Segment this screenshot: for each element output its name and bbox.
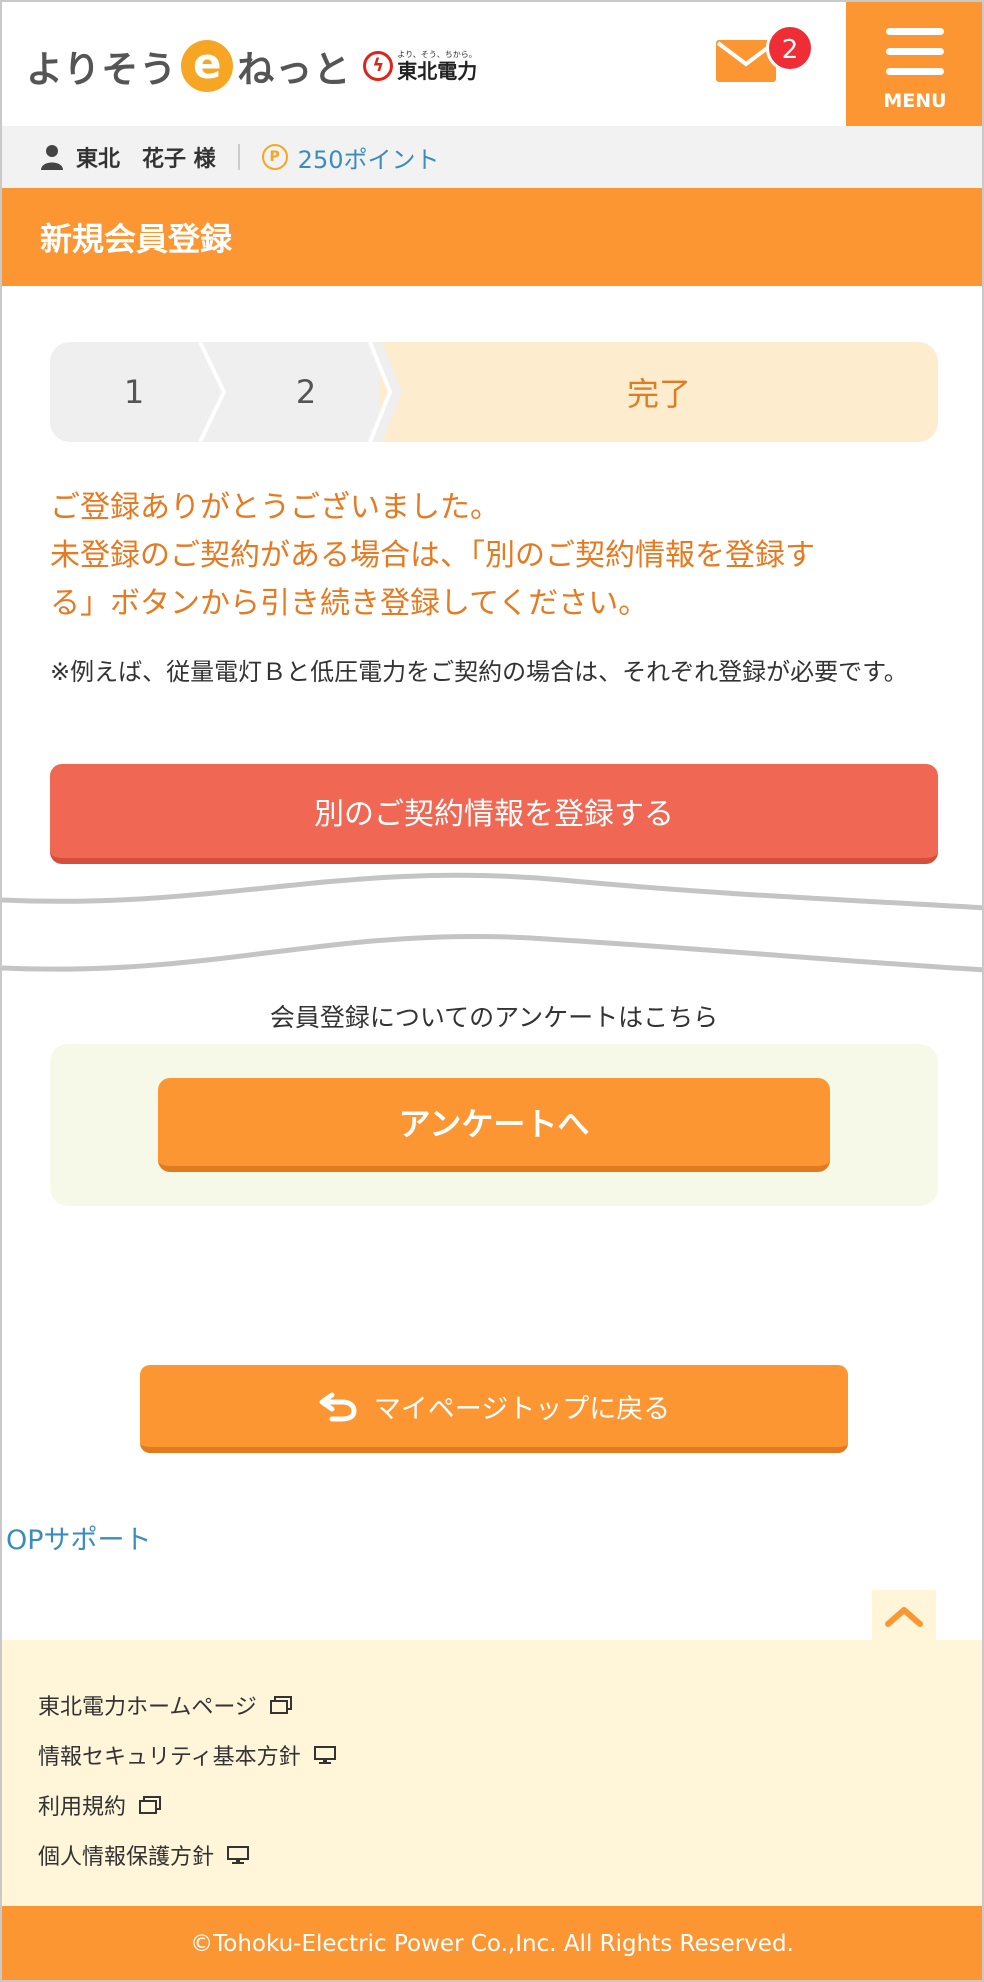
- completion-message-line: ご登録ありがとうございました。: [50, 490, 500, 525]
- step-complete: 完了: [380, 342, 938, 442]
- return-arrow-icon: [319, 1392, 357, 1422]
- footer-link-label: 利用規約: [38, 1795, 127, 1820]
- user-info-bar: 東北 花子 様 P 250ポイント: [2, 126, 982, 188]
- register-another-contract-button[interactable]: 別のご契約情報を登録する: [50, 764, 938, 864]
- footer-link-homepage[interactable]: 東北電力ホームページ: [38, 1680, 337, 1730]
- lightning-icon: ϟ: [363, 51, 394, 81]
- support-link[interactable]: OPサポート: [6, 1518, 152, 1557]
- copyright: ©Tohoku-Electric Power Co.,Inc. All Righ…: [2, 1906, 982, 1980]
- user-name: 東北 花子 様: [76, 147, 216, 172]
- page-cut-separator: [2, 872, 982, 973]
- site-footer: 東北電力ホームページ 情報セキュリティ基本方針 利用規約 個人情報保護方針: [2, 1640, 982, 1906]
- mail-count-badge: 2: [766, 24, 814, 72]
- logo-e-mark: e: [181, 40, 234, 92]
- step-1: 1: [123, 373, 145, 411]
- footer-link-label: 東北電力ホームページ: [38, 1695, 257, 1720]
- menu-button[interactable]: MENU: [846, 2, 982, 126]
- scroll-to-top-button[interactable]: [872, 1590, 936, 1642]
- monitor-icon: [227, 1846, 250, 1864]
- tohoku-logo: ϟ より、そう、ちから。 東北電力: [363, 50, 477, 82]
- page-title: 新規会員登録: [40, 220, 233, 258]
- page-frame: よりそう e ねっと ϟ より、そう、ちから。 東北電力 2 MENU 東北 花…: [0, 0, 984, 1982]
- step-chevron: [368, 342, 402, 442]
- point-icon: P: [261, 144, 288, 170]
- footer-link-label: 情報セキュリティ基本方針: [38, 1745, 301, 1770]
- example-note: ※例えば、従量電灯Ｂと低圧電力をご契約の場合は、それぞれ登録が必要です。: [50, 658, 908, 686]
- completion-message: ご登録ありがとうございました。 未登録のご契約がある場合は、「別のご契約情報を登…: [50, 484, 950, 628]
- step-2: 2: [295, 373, 317, 411]
- footer-link-privacy-policy[interactable]: 個人情報保護方針: [38, 1830, 337, 1880]
- site-header: よりそう e ねっと ϟ より、そう、ちから。 東北電力 2 MENU: [2, 2, 982, 126]
- hamburger-icon-bar: [886, 68, 944, 75]
- logo-text-a: よりそう: [26, 48, 178, 91]
- external-window-icon: [269, 1696, 292, 1714]
- page-title-bar: 新規会員登録: [2, 188, 982, 286]
- points-link[interactable]: 250ポイント: [298, 140, 440, 175]
- footer-link-label: 個人情報保護方針: [38, 1845, 215, 1870]
- survey-button[interactable]: アンケートへ: [158, 1078, 830, 1172]
- site-logo[interactable]: よりそう e ねっと ϟ より、そう、ちから。 東北電力: [26, 36, 477, 96]
- hamburger-icon-bar: [886, 48, 944, 55]
- completion-message-line: る」ボタンから引き続き登録してください。: [50, 586, 649, 621]
- chevron-up-icon: [885, 1607, 923, 1627]
- footer-links: 東北電力ホームページ 情報セキュリティ基本方針 利用規約 個人情報保護方針: [38, 1680, 337, 1880]
- tohoku-name: 東北電力: [397, 59, 478, 83]
- divider: [237, 144, 240, 170]
- step-indicator: 1 2 完了: [50, 342, 938, 442]
- external-window-icon: [139, 1796, 162, 1814]
- logo-text-b: ねっと: [237, 48, 352, 91]
- back-to-mypage-button[interactable]: マイページトップに戻る: [140, 1365, 848, 1453]
- footer-link-security-policy[interactable]: 情報セキュリティ基本方針: [38, 1730, 337, 1780]
- monitor-icon: [313, 1746, 336, 1764]
- footer-link-terms[interactable]: 利用規約: [38, 1780, 337, 1830]
- user-icon: [41, 145, 63, 170]
- back-to-mypage-label: マイページトップに戻る: [373, 1393, 671, 1425]
- completion-message-line: 未登録のご契約がある場合は、「別のご契約情報を登録す: [50, 538, 815, 573]
- menu-label: MENU: [883, 90, 947, 112]
- hamburger-icon: [886, 28, 944, 35]
- survey-label: 会員登録についてのアンケートはこちら: [269, 1003, 719, 1032]
